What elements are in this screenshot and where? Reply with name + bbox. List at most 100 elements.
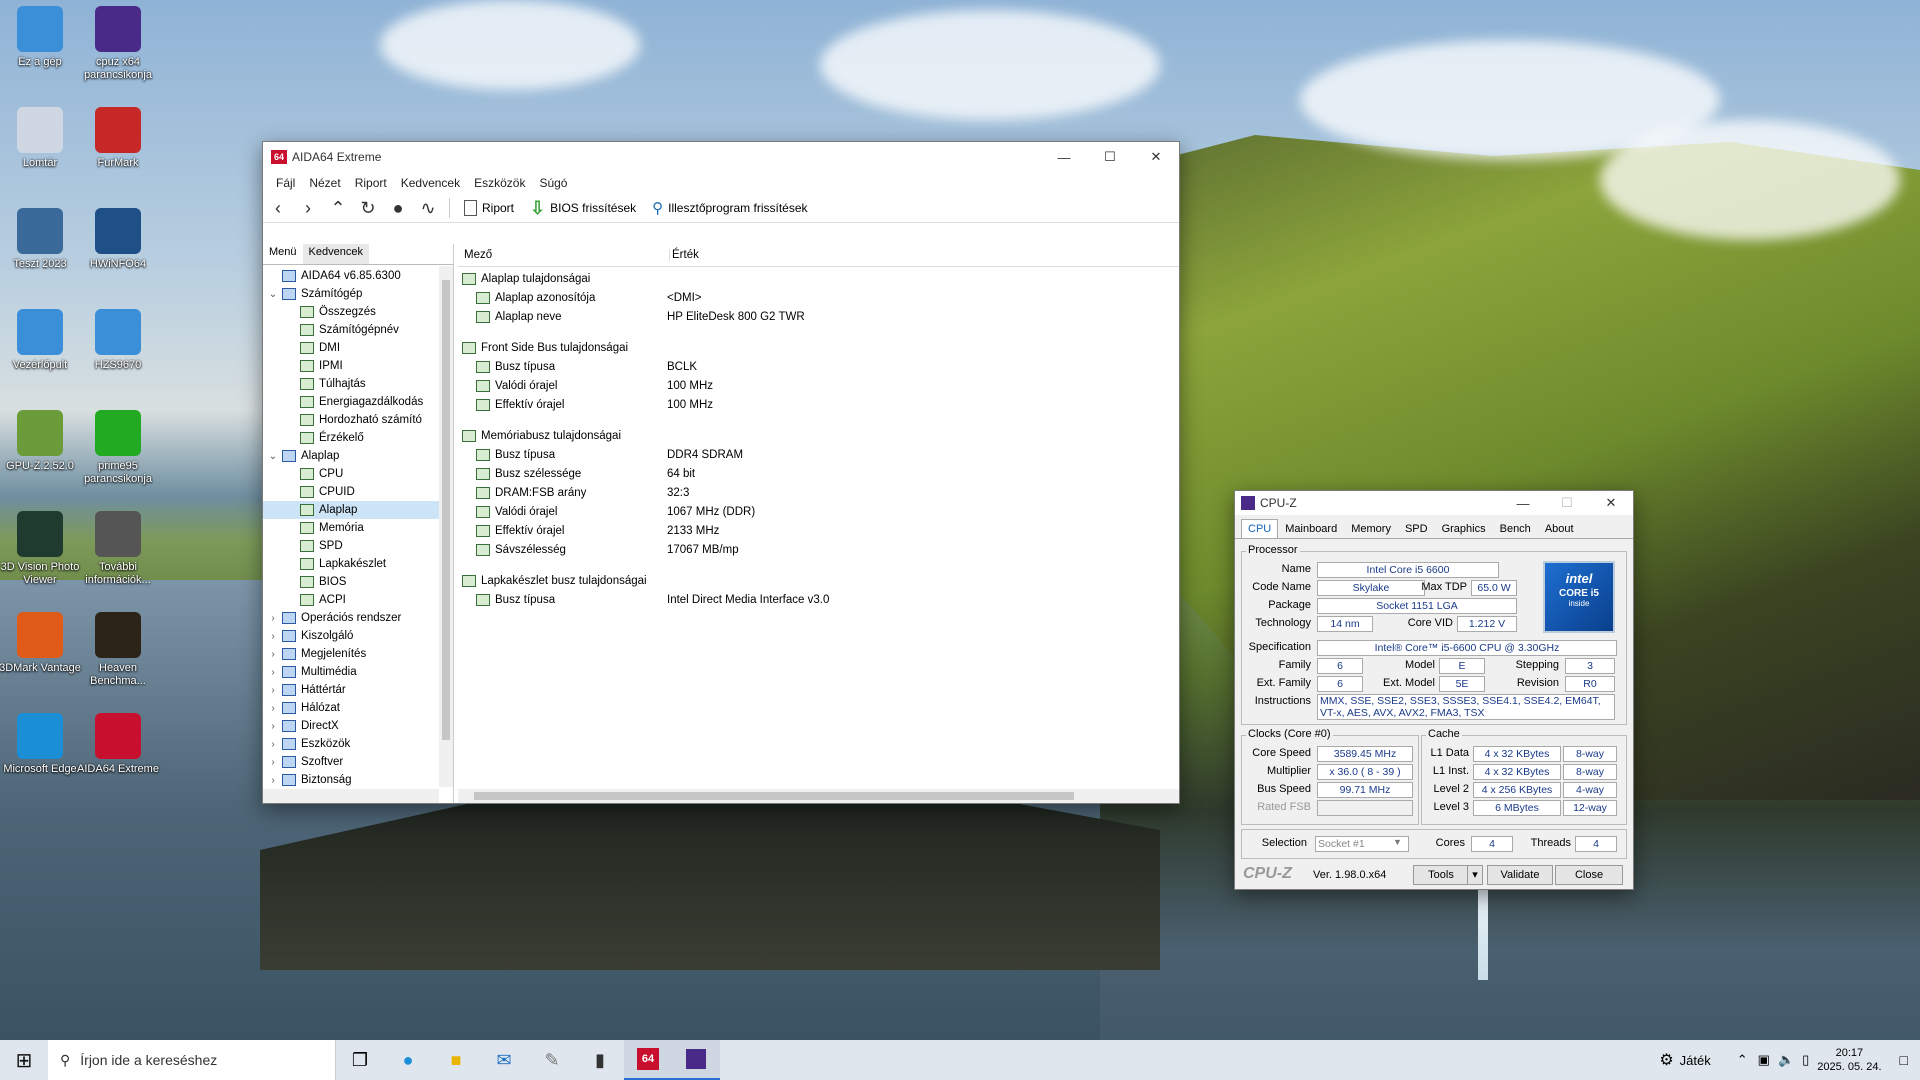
desktop-icon[interactable]: További információk... [76,511,160,587]
cpuz-taskbar-icon[interactable] [672,1040,720,1080]
refresh-icon[interactable]: ↻ [353,198,383,219]
tab-about[interactable]: About [1538,519,1581,538]
tree-item[interactable]: ⌄ Számítógép [263,285,453,303]
tree-horizontal-scrollbar[interactable] [263,789,439,803]
list-item[interactable]: Effektív órajel 100 MHz [458,395,1179,414]
tree-item[interactable]: Túlhajtás [263,375,453,393]
desktop-icon[interactable]: Ez a gép [0,6,82,69]
task-view-icon[interactable]: ❐ [336,1040,384,1080]
scroll-thumb[interactable] [474,792,1074,800]
aida64-taskbar-icon[interactable]: 64 [624,1040,672,1080]
list-item[interactable]: Valódi órajel 1067 MHz (DDR) [458,502,1179,521]
speaker-icon[interactable]: 🔈 [1778,1052,1794,1068]
desktop-icon[interactable]: Microsoft Edge [0,713,82,776]
list-item[interactable]: Sávszélesség 17067 MB/mp [458,540,1179,559]
tools-button[interactable]: Tools [1413,865,1469,885]
list-group-header[interactable]: Memóriabusz tulajdonságai [458,426,1179,445]
menu-item[interactable]: Riport [348,176,394,190]
chevron-right-icon[interactable]: › [267,775,279,786]
list-group-header[interactable]: Alaplap tulajdonságai [458,269,1179,288]
aida64-titlebar[interactable]: 64 AIDA64 Extreme — ☐ ✕ [263,142,1179,172]
tab-menu[interactable]: Menü [263,244,303,264]
game-bar-icon[interactable]: ⚙ [1659,1050,1673,1070]
battery-icon[interactable]: ▯ [1802,1052,1809,1068]
tab-cpu[interactable]: CPU [1241,519,1279,538]
tree-item[interactable]: CPUID [263,483,453,501]
network-icon[interactable]: ▣ [1758,1052,1770,1068]
chevron-right-icon[interactable]: › [267,757,279,768]
user-icon[interactable]: ● [383,198,413,219]
tree-item[interactable]: › Szoftver [263,753,453,771]
tree-item[interactable]: CPU [263,465,453,483]
tab-favorites[interactable]: Kedvencek [302,244,369,264]
search-box[interactable]: ⚲ Írjon ide a kereséshez [48,1040,336,1080]
up-icon[interactable]: ⌃ [323,198,353,219]
chevron-right-icon[interactable]: › [267,721,279,732]
tree-item[interactable]: Lapkakészlet [263,555,453,573]
list-item[interactable]: Valódi órajel 100 MHz [458,376,1179,395]
validate-button[interactable]: Validate [1487,865,1553,885]
desktop-icon[interactable]: HWiNFO64 [76,208,160,271]
chevron-right-icon[interactable]: › [267,613,279,624]
pen-tool-icon[interactable]: ✎ [528,1040,576,1080]
tree-item[interactable]: › Háttértár [263,681,453,699]
chart-icon[interactable]: ∿ [413,198,443,219]
menu-item[interactable]: Eszközök [467,176,532,190]
tree-item[interactable]: › Operációs rendszer [263,609,453,627]
tree-item[interactable]: › Biztonság [263,771,453,789]
list-item[interactable]: DRAM:FSB arány 32:3 [458,483,1179,502]
desktop-icon[interactable]: HZS9670 [76,309,160,372]
tree-item[interactable]: Érzékelő [263,429,453,447]
back-icon[interactable]: ‹ [263,198,293,219]
tab-mainboard[interactable]: Mainboard [1278,519,1344,538]
menu-item[interactable]: Nézet [302,176,347,190]
bios-update-button[interactable]: ⇩ BIOS frissítések [522,198,644,219]
close-button[interactable]: ✕ [1133,142,1179,172]
tree-item[interactable]: IPMI [263,357,453,375]
notifications-icon[interactable]: □ [1900,1052,1908,1068]
chevron-right-icon[interactable]: › [267,703,279,714]
desktop-icon[interactable]: Teszt 2023 [0,208,82,271]
tree-item[interactable]: Számítógépnév [263,321,453,339]
scroll-thumb[interactable] [442,280,450,740]
desktop-icon[interactable]: Vezérlőpult [0,309,82,372]
tree-item[interactable]: ACPI [263,591,453,609]
tools-dropdown-button[interactable]: ▾ [1467,865,1483,885]
chevron-right-icon[interactable]: › [267,685,279,696]
details-horizontal-scrollbar[interactable] [458,789,1179,803]
list-item[interactable]: Alaplap neve HP EliteDesk 800 G2 TWR [458,307,1179,326]
tree-item[interactable]: › Kiszolgáló [263,627,453,645]
chevron-down-icon[interactable]: ⌄ [267,289,279,300]
list-item[interactable]: Busz típusa DDR4 SDRAM [458,445,1179,464]
tree-item[interactable]: AIDA64 v6.85.6300 [263,267,453,285]
menu-item[interactable]: Súgó [532,176,574,190]
menu-item[interactable]: Kedvencek [394,176,467,190]
tree-item[interactable]: BIOS [263,573,453,591]
forward-icon[interactable]: › [293,198,323,219]
chevron-up-icon[interactable]: ⌃ [1737,1052,1748,1068]
list-item[interactable]: Busz szélessége 64 bit [458,464,1179,483]
tab-graphics[interactable]: Graphics [1435,519,1493,538]
menu-item[interactable]: Fájl [269,176,302,190]
desktop-icon[interactable]: prime95 parancsikonja [76,410,160,486]
column-value[interactable]: Érték [669,249,699,261]
tree-item[interactable]: › Hálózat [263,699,453,717]
tree-item[interactable]: Összegzés [263,303,453,321]
tree-item[interactable]: Energiagazdálkodás [263,393,453,411]
driver-update-button[interactable]: ⚲ Illesztőprogram frissítések [644,199,815,217]
minimize-button[interactable]: — [1501,491,1545,515]
game-label[interactable]: Játék [1680,1053,1711,1068]
close-dialog-button[interactable]: Close [1555,865,1623,885]
chevron-right-icon[interactable]: › [267,739,279,750]
ticket-icon[interactable]: ▮ [576,1040,624,1080]
tree-item[interactable]: ⌄ Alaplap [263,447,453,465]
tree-item[interactable]: › Multimédia [263,663,453,681]
report-button[interactable]: Riport [456,200,522,216]
tree-item[interactable]: Alaplap [263,501,453,519]
list-item[interactable]: Busz típusa BCLK [458,357,1179,376]
cpuz-titlebar[interactable]: CPU-Z — ☐ ✕ [1235,491,1633,515]
desktop-icon[interactable]: 3D Vision Photo Viewer [0,511,82,587]
tree-item[interactable]: Memória [263,519,453,537]
file-explorer-icon[interactable]: ■ [432,1040,480,1080]
close-button[interactable]: ✕ [1589,491,1633,515]
